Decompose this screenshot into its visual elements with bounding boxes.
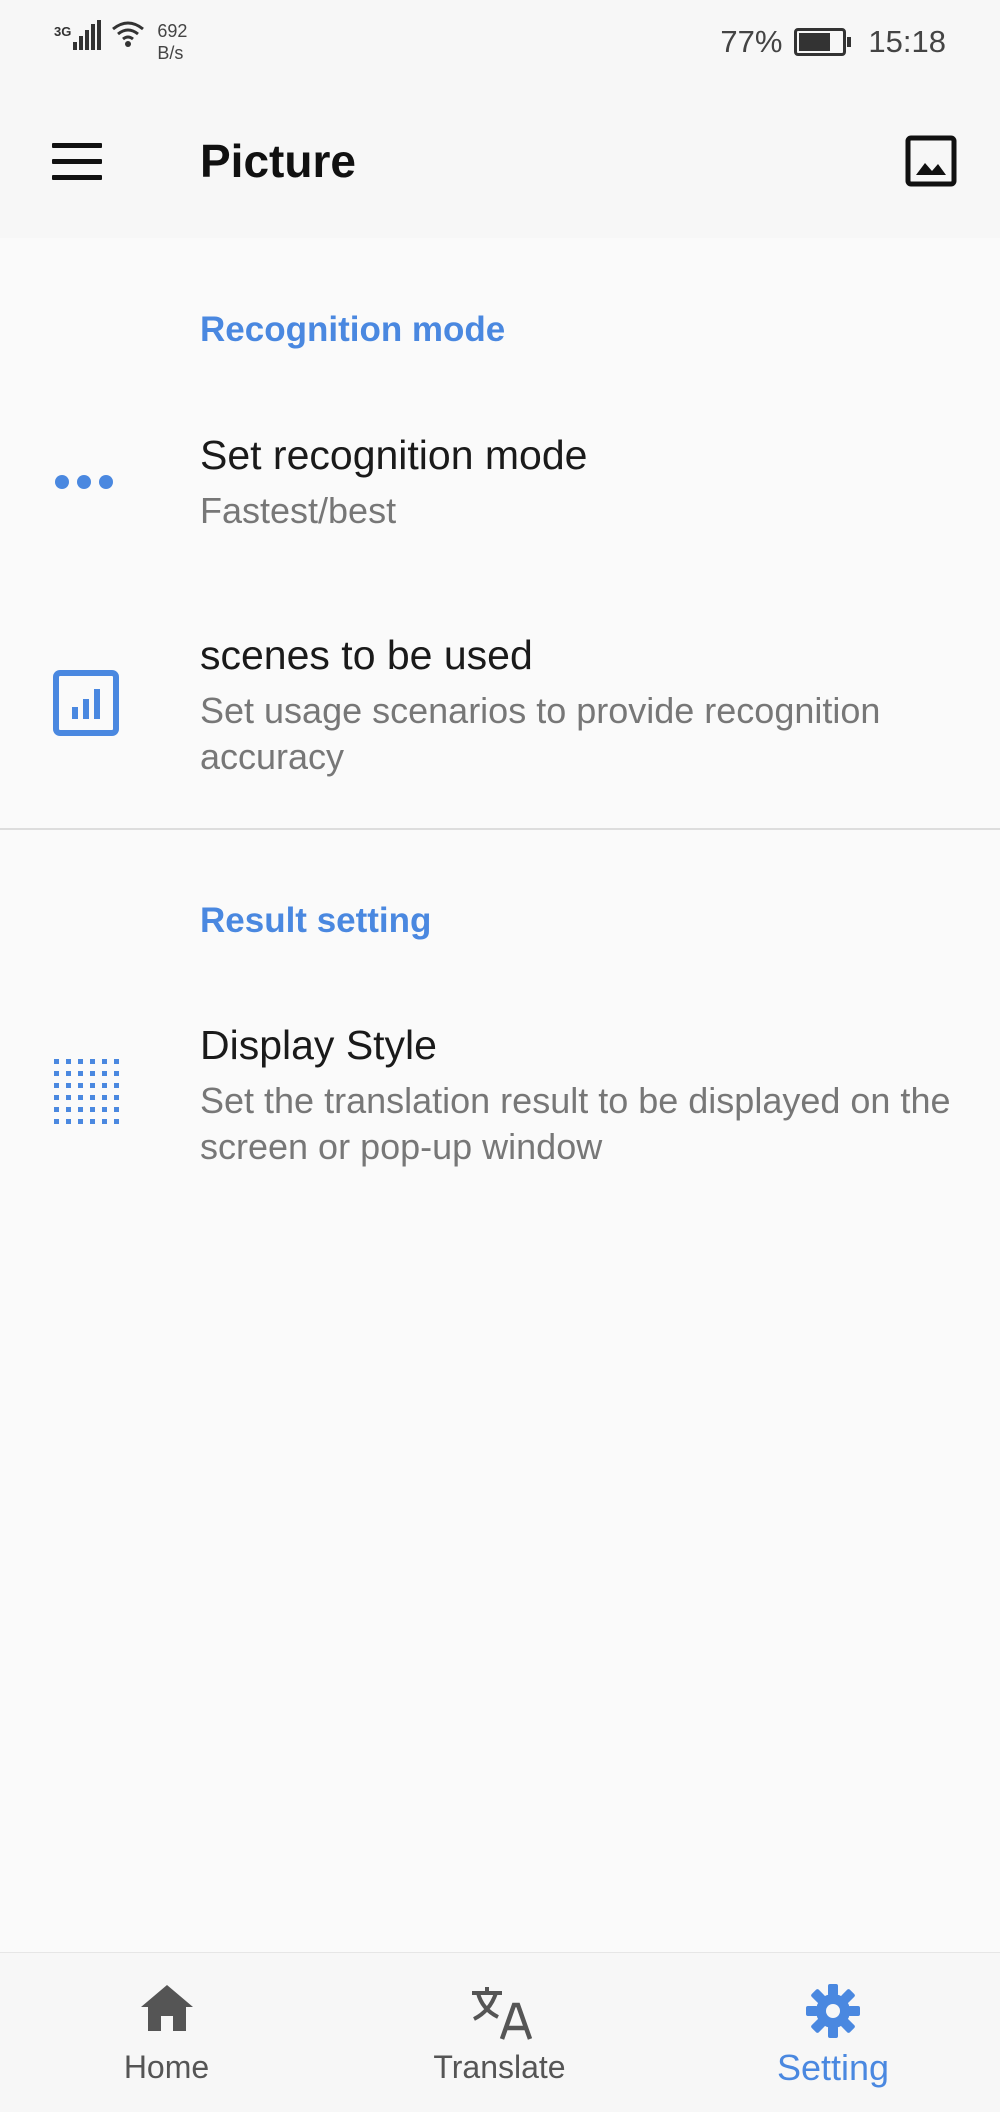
nav-translate[interactable]: Translate xyxy=(333,1953,666,2112)
wifi-icon xyxy=(112,21,145,47)
section-header-recognition-mode: Recognition mode xyxy=(200,310,506,349)
status-bar: 3G 692 B/s 77% 15:18 xyxy=(0,0,1000,86)
more-dots-icon xyxy=(55,475,113,489)
battery-nub xyxy=(847,37,852,47)
display-style-item[interactable]: Display Style Set the translation result… xyxy=(0,1010,1000,1190)
nav-label-setting: Setting xyxy=(776,2047,890,2088)
home-icon xyxy=(140,1985,193,2031)
gear-icon xyxy=(806,1984,860,2038)
battery-fill xyxy=(799,33,831,51)
item-subtitle: Fastest/best xyxy=(200,490,397,531)
bar-chart-icon xyxy=(53,670,119,736)
speed-value: 692 xyxy=(157,21,188,41)
network-type: 3G xyxy=(54,24,72,39)
item-title: Display Style xyxy=(200,1022,437,1068)
nav-home[interactable]: Home xyxy=(0,1953,333,2112)
scenes-to-be-used-item[interactable]: scenes to be used Set usage scenarios to… xyxy=(0,620,1000,800)
clock: 15:18 xyxy=(868,24,946,59)
image-icon[interactable] xyxy=(905,135,957,187)
app-bar: Picture xyxy=(0,86,1000,238)
page-title: Picture xyxy=(200,135,356,187)
item-subtitle: Set usage scenarios to provide recogniti… xyxy=(200,690,881,777)
bottom-navigation: Home Translate Setting xyxy=(0,1952,1000,2112)
status-right: 77% 15:18 xyxy=(720,24,946,60)
item-title: Set recognition mode xyxy=(200,432,588,478)
nav-label-home: Home xyxy=(123,2049,210,2085)
section-divider xyxy=(0,828,1000,830)
hamburger-menu-icon[interactable] xyxy=(52,143,102,181)
dotted-grid-icon xyxy=(54,1059,119,1124)
nav-setting[interactable]: Setting xyxy=(666,1953,1000,2112)
nav-label-translate: Translate xyxy=(433,2049,566,2085)
network-speed: 692 B/s xyxy=(157,20,187,64)
item-subtitle: Set the translation result to be display… xyxy=(200,1080,951,1167)
battery-icon xyxy=(794,28,852,56)
set-recognition-mode-item[interactable]: Set recognition mode Fastest/best xyxy=(0,420,1000,560)
translate-icon xyxy=(471,1987,532,2040)
status-left: 3G 692 B/s xyxy=(54,20,187,64)
section-header-result-setting: Result setting xyxy=(200,901,432,940)
battery-percent: 77% xyxy=(720,24,783,59)
speed-unit: B/s xyxy=(157,43,184,63)
signal-icon xyxy=(73,20,103,50)
item-title: scenes to be used xyxy=(200,632,533,678)
